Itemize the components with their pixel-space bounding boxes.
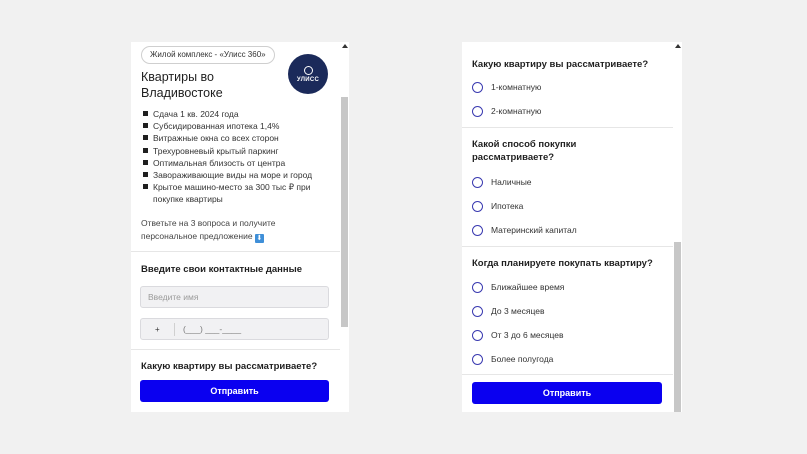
phone-separator	[174, 323, 175, 336]
feature-item: Оптимальная близость от центра	[143, 157, 333, 169]
divider	[462, 374, 673, 375]
question-title: Какую квартиру вы рассматриваете?	[141, 361, 318, 372]
radio-option[interactable]: До 3 месяцев	[472, 304, 544, 318]
radio-icon[interactable]	[472, 200, 483, 212]
radio-icon[interactable]	[472, 305, 483, 317]
feature-list: Сдача 1 кв. 2024 года Субсидированная ип…	[143, 108, 333, 206]
scrollbar-thumb[interactable]	[341, 97, 348, 327]
feature-item: Трехуровневый крытый паркинг	[143, 145, 333, 157]
radio-icon[interactable]	[472, 81, 483, 93]
complex-badge: Жилой комплекс - «Улисс 360»	[141, 46, 275, 64]
option-label: От 3 до 6 месяцев	[491, 330, 564, 340]
scroll-up-icon[interactable]	[675, 44, 681, 48]
divider	[131, 251, 340, 252]
option-label: Наличные	[491, 177, 532, 187]
scrollbar[interactable]	[673, 42, 682, 412]
option-label: Ближайшее время	[491, 282, 565, 292]
radio-icon[interactable]	[472, 224, 483, 236]
ulysses-logo: УЛИСС	[288, 54, 328, 94]
radio-option[interactable]: 1-комнатную	[472, 80, 541, 94]
submit-button[interactable]: Отправить	[472, 382, 662, 404]
radio-icon[interactable]	[472, 176, 483, 188]
logo-text: УЛИСС	[296, 76, 320, 83]
lead-form-panel-right: Какую квартиру вы рассматриваете? 1-комн…	[462, 42, 682, 412]
feature-item: Сдача 1 кв. 2024 года	[143, 108, 333, 120]
radio-icon[interactable]	[472, 281, 483, 293]
scroll-up-icon[interactable]	[342, 44, 348, 48]
question-3-title: Когда планируете покупать квартиру?	[472, 258, 653, 269]
feature-item: Субсидированная ипотека 1,4%	[143, 120, 333, 132]
radio-option[interactable]: 2-комнатную	[472, 104, 541, 118]
name-input[interactable]: Введите имя	[140, 286, 329, 308]
radio-option[interactable]: От 3 до 6 месяцев	[472, 328, 564, 342]
option-label: До 3 месяцев	[491, 306, 545, 316]
down-arrow-icon: ⬇	[254, 233, 264, 243]
scrollbar-thumb[interactable]	[674, 242, 681, 412]
option-label: Ипотека	[491, 201, 524, 211]
radio-icon[interactable]	[472, 329, 483, 341]
radio-option[interactable]: Наличные	[472, 175, 532, 189]
phone-input[interactable]: + (___) ___-____	[140, 318, 329, 340]
divider	[462, 246, 673, 247]
contact-section-title: Введите свои контактные данные	[141, 264, 303, 275]
radio-option[interactable]: Более полугода	[472, 352, 553, 366]
radio-icon[interactable]	[472, 353, 483, 365]
logo-mark-icon	[303, 65, 313, 75]
option-label: 1-комнатную	[491, 82, 542, 92]
radio-option[interactable]: Материнский капитал	[472, 223, 577, 237]
option-label: Материнский капитал	[491, 225, 577, 235]
radio-icon[interactable]	[472, 105, 483, 117]
option-label: 2-комнатную	[491, 106, 542, 116]
promo-text: Ответьте на 3 вопроса и получите персона…	[141, 217, 321, 243]
page-title: Квартиры во Владивостоке	[141, 70, 223, 100]
feature-item: Крытое машино-место за 300 тыс ₽ при пок…	[143, 181, 333, 205]
question-2-title: Какой способ покупки рассматриваете?	[472, 139, 577, 163]
option-label: Более полугода	[491, 354, 554, 364]
feature-item: Витражные окна со всех сторон	[143, 132, 333, 144]
scrollbar[interactable]	[340, 42, 349, 412]
feature-item: Завораживающие виды на море и город	[143, 169, 333, 181]
radio-option[interactable]: Ипотека	[472, 199, 523, 213]
lead-form-panel-left: Жилой комплекс - «Улисс 360» УЛИСС Кварт…	[131, 42, 349, 412]
phone-mask: (___) ___-____	[183, 324, 242, 334]
divider	[462, 127, 673, 128]
divider	[131, 349, 340, 350]
submit-button[interactable]: Отправить	[140, 380, 329, 402]
phone-prefix: +	[155, 325, 160, 334]
question-1-title: Какую квартиру вы рассматриваете?	[472, 59, 649, 70]
radio-option[interactable]: Ближайшее время	[472, 280, 564, 294]
